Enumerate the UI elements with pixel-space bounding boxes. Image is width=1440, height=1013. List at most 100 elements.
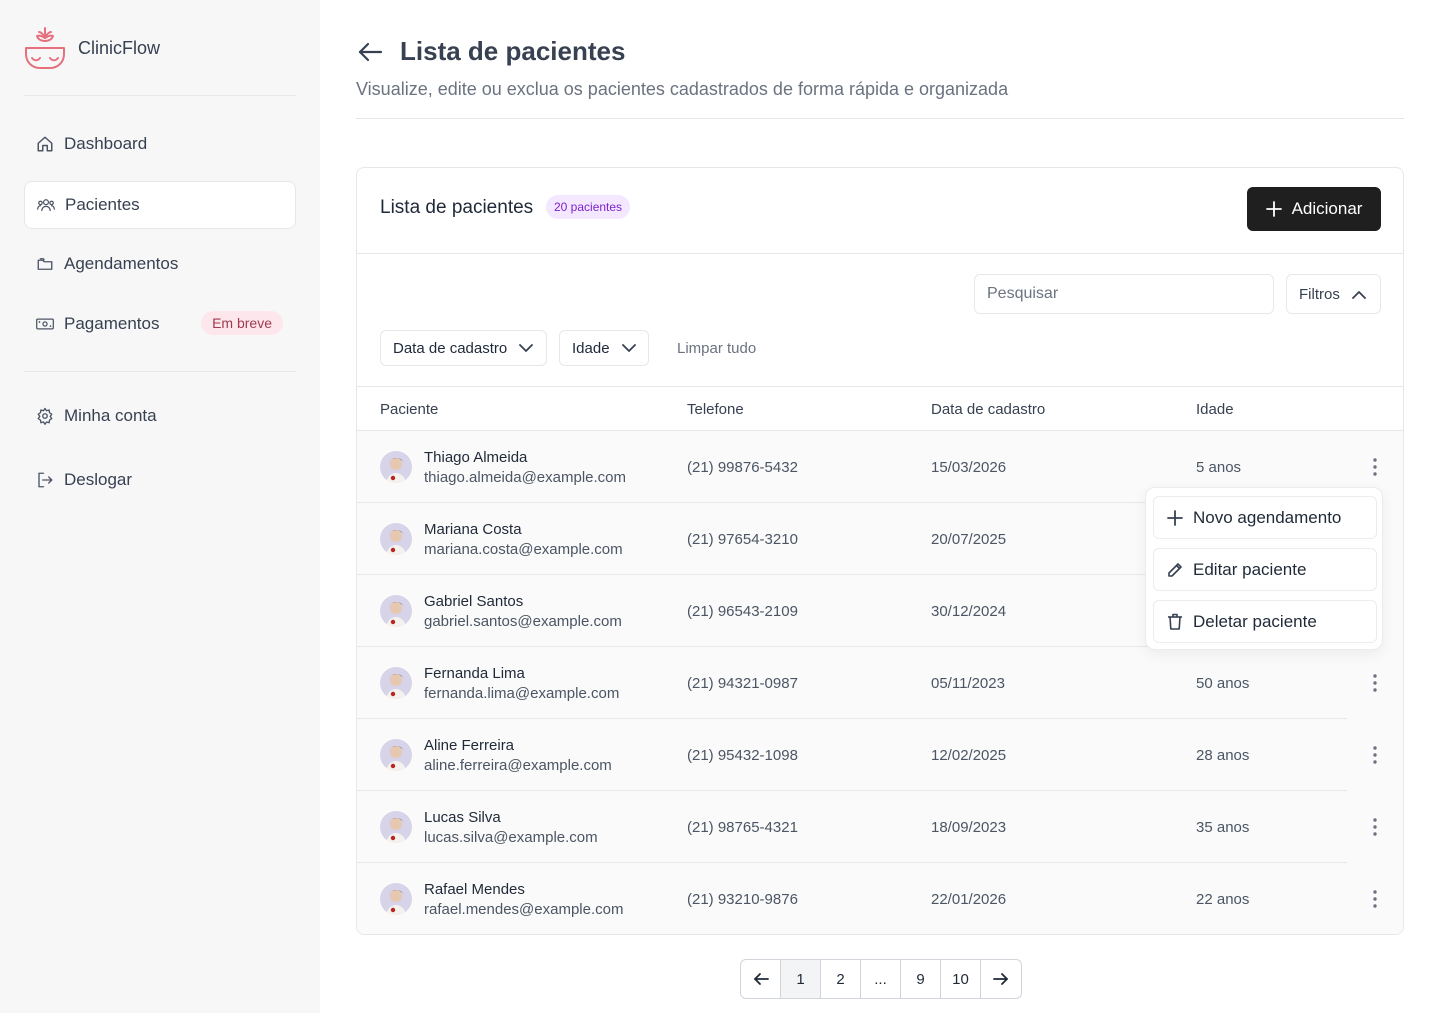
next-page-button[interactable] [981, 960, 1021, 998]
page-button[interactable]: 2 [821, 960, 861, 998]
patient-phone: (21) 97654-3210 [687, 531, 798, 548]
trash-icon [1168, 613, 1182, 630]
chevron-down-icon [519, 343, 534, 352]
row-actions-button[interactable] [1347, 719, 1403, 791]
patient-registration-date: 20/07/2025 [931, 531, 1007, 548]
more-vertical-icon [1373, 890, 1377, 908]
menu-item-edit-patient[interactable]: Editar paciente [1153, 548, 1377, 591]
column-header-idade: Idade [1196, 401, 1234, 418]
avatar [380, 595, 412, 627]
age-filter-dropdown[interactable]: Idade [559, 330, 649, 366]
patient-phone: (21) 99876-5432 [687, 459, 798, 476]
more-vertical-icon [1373, 746, 1377, 764]
patient-email: aline.ferreira@example.com [424, 757, 612, 774]
menu-item-label: Novo agendamento [1193, 507, 1342, 527]
row-actions-menu: Novo agendamento Editar paciente Deletar… [1145, 487, 1383, 650]
menu-item-delete-patient[interactable]: Deletar paciente [1153, 600, 1377, 643]
patient-age: 35 anos [1196, 819, 1250, 836]
page-title: Lista de pacientes [400, 36, 626, 66]
patient-registration-date: 05/11/2023 [931, 675, 1005, 692]
arrow-left-icon [358, 42, 383, 62]
row-actions-button[interactable] [1347, 863, 1403, 934]
patient-registration-date: 12/02/2025 [931, 747, 1007, 764]
add-patient-button[interactable]: Adicionar [1247, 187, 1381, 231]
patient-registration-date: 15/03/2026 [931, 459, 1007, 476]
patient-count-badge: 20 pacientes [546, 195, 631, 219]
patient-email: rafael.mendes@example.com [424, 901, 624, 918]
row-actions-button[interactable] [1347, 647, 1403, 719]
sidebar-item-pagamentos[interactable]: Pagamentos Em breve [24, 300, 296, 348]
table-row[interactable]: Aline Ferreira aline.ferreira@example.co… [357, 719, 1403, 791]
sidebar-item-pacientes[interactable]: Pacientes [24, 181, 296, 229]
search-input[interactable] [974, 274, 1274, 314]
patient-age: 5 anos [1196, 459, 1242, 476]
folder-icon [36, 255, 54, 273]
page-button[interactable]: 1 [781, 960, 821, 998]
previous-page-button[interactable] [741, 960, 781, 998]
patient-registration-date: 30/12/2024 [931, 603, 1007, 620]
avatar [380, 739, 412, 771]
avatar [380, 811, 412, 843]
patient-email: thiago.almeida@example.com [424, 469, 626, 486]
sidebar-item-label: Dashboard [64, 134, 148, 153]
sidebar-divider [24, 371, 296, 372]
more-vertical-icon [1373, 818, 1377, 836]
filters-label: Filtros [1299, 285, 1340, 303]
avatar [380, 451, 412, 483]
patient-email: mariana.costa@example.com [424, 541, 623, 558]
pencil-icon [1168, 562, 1182, 577]
row-actions-button[interactable] [1347, 791, 1403, 863]
table-row[interactable]: Rafael Mendes rafael.mendes@example.com … [357, 863, 1403, 934]
logout-icon [36, 471, 54, 489]
patient-age: 50 anos [1196, 675, 1250, 692]
patient-email: gabriel.santos@example.com [424, 613, 622, 630]
column-header-telefone: Telefone [687, 401, 744, 418]
gear-icon [36, 407, 54, 425]
menu-item-label: Deletar paciente [1193, 611, 1317, 631]
home-icon [36, 135, 54, 153]
table-header: Paciente Telefone Data de cadastro Idade [357, 386, 1403, 431]
menu-item-label: Editar paciente [1193, 559, 1307, 579]
page-button[interactable]: 9 [901, 960, 941, 998]
plus-icon [1265, 201, 1282, 217]
patient-name: Gabriel Santos [424, 593, 524, 610]
patient-email: lucas.silva@example.com [424, 829, 598, 846]
sidebar-item-label: Pacientes [65, 195, 140, 214]
column-header-paciente: Paciente [380, 401, 439, 418]
sidebar-item-dashboard[interactable]: Dashboard [24, 120, 296, 168]
patient-age: 28 anos [1196, 747, 1250, 764]
page-button[interactable]: 10 [941, 960, 981, 998]
sidebar-item-deslogar[interactable]: Deslogar [24, 456, 296, 504]
brand[interactable]: ClinicFlow [24, 24, 160, 72]
menu-item-new-appointment[interactable]: Novo agendamento [1153, 496, 1377, 539]
brand-name: ClinicFlow [78, 37, 161, 58]
sidebar-item-minha-conta[interactable]: Minha conta [24, 392, 296, 440]
patient-registration-date: 22/01/2026 [931, 891, 1007, 908]
avatar [380, 667, 412, 699]
plus-icon [1167, 509, 1183, 526]
patient-phone: (21) 98765-4321 [687, 819, 798, 836]
patient-name: Fernanda Lima [424, 665, 525, 682]
pagination: 1 2 ... 9 10 [740, 959, 1022, 999]
sidebar-item-label: Agendamentos [64, 254, 179, 273]
page-ellipsis: ... [861, 960, 901, 998]
sidebar-item-agendamentos[interactable]: Agendamentos [24, 240, 296, 288]
add-button-label: Adicionar [1291, 199, 1363, 218]
table-row[interactable]: Lucas Silva lucas.silva@example.com (21)… [357, 791, 1403, 863]
date-filter-dropdown[interactable]: Data de cadastro [380, 330, 547, 366]
sidebar: ClinicFlow Dashboard Pacientes Agendamen… [0, 0, 320, 1013]
header-divider [356, 118, 1404, 119]
back-button[interactable] [356, 38, 384, 66]
patient-phone: (21) 95432-1098 [687, 747, 798, 764]
table-row[interactable]: Fernanda Lima fernanda.lima@example.com … [357, 647, 1403, 719]
patient-name: Thiago Almeida [424, 449, 528, 466]
arrow-left-icon [753, 973, 769, 985]
money-icon [36, 315, 54, 333]
users-icon [37, 196, 55, 214]
patient-email: fernanda.lima@example.com [424, 685, 620, 702]
patient-phone: (21) 93210-9876 [687, 891, 798, 908]
patient-phone: (21) 94321-0987 [687, 675, 798, 692]
filters-toggle-button[interactable]: Filtros [1286, 274, 1381, 314]
clear-filters-link[interactable]: Limpar tudo [677, 340, 756, 357]
patient-name: Rafael Mendes [424, 881, 525, 898]
